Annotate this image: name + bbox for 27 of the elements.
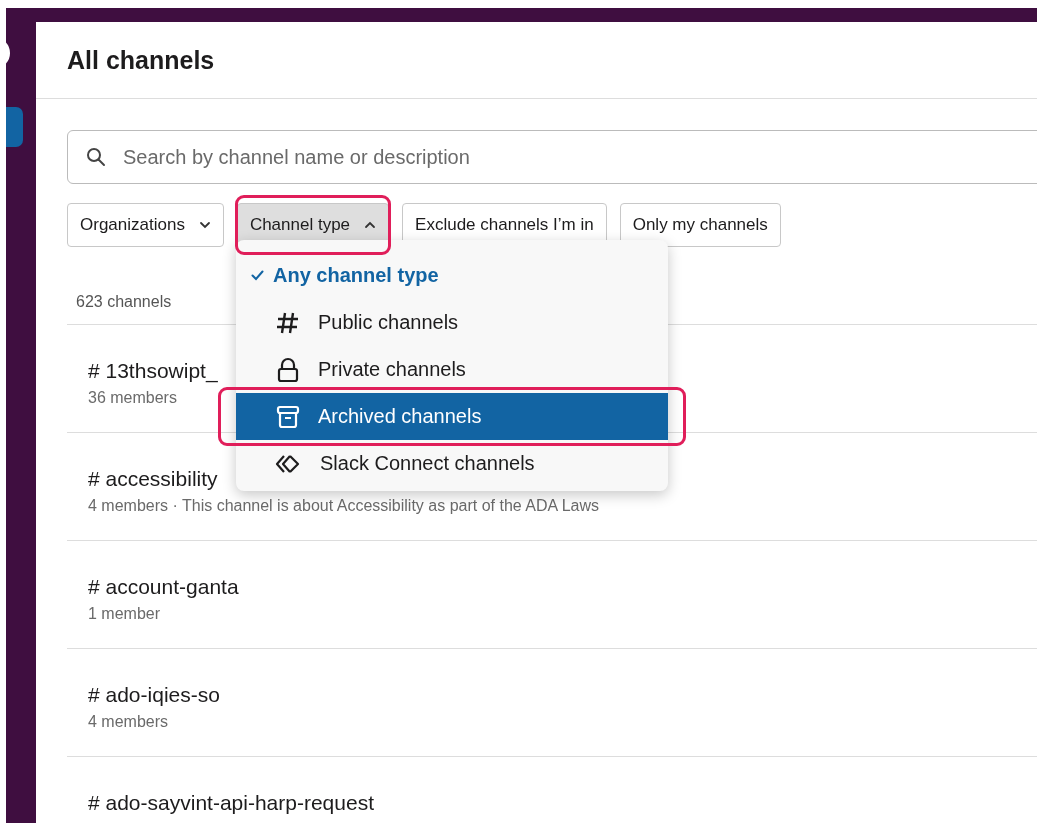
search-input[interactable]: Search by channel name or description [123, 145, 1037, 169]
filter-button[interactable]: Only my channels [619, 203, 781, 247]
menu-item[interactable]: Any channel type [236, 252, 668, 299]
archive-box-icon [275, 403, 301, 430]
page-title: All channels [67, 45, 215, 75]
check-icon [251, 270, 264, 281]
channel-details: 4 members · This channel is about Accessibility as part of the ADA Laws [88, 496, 600, 516]
filter-button[interactable]: Organizations [67, 203, 224, 247]
menu-item[interactable]: Archived channels [236, 393, 668, 440]
menu-item[interactable]: Private channels [236, 346, 668, 393]
channel-details: 36 members [88, 388, 177, 408]
search-icon [86, 147, 106, 167]
menu-item[interactable]: Public channels [236, 299, 668, 346]
channel-name[interactable]: # 13thsowipt_ [88, 358, 218, 384]
channel-details: 1 member [88, 604, 161, 624]
search-field[interactable]: Search by channel name or description [67, 130, 1037, 184]
channel-name[interactable]: # ado-sayvint-api-harp-request [88, 790, 374, 816]
chevron-down-icon [198, 221, 211, 229]
chevron-up-icon [364, 221, 377, 229]
channel-name[interactable]: # ado-iqies-so [88, 682, 220, 708]
channel-count: 623 channels [76, 292, 172, 312]
channel-name[interactable]: # accessibility [88, 466, 218, 492]
channel-name[interactable]: # account-ganta [88, 574, 239, 600]
menu-item[interactable]: Slack Connect channels [236, 440, 668, 487]
lock-icon [275, 356, 301, 383]
active-workspace-indicator [6, 107, 23, 147]
channel-details: 4 members [88, 712, 169, 732]
